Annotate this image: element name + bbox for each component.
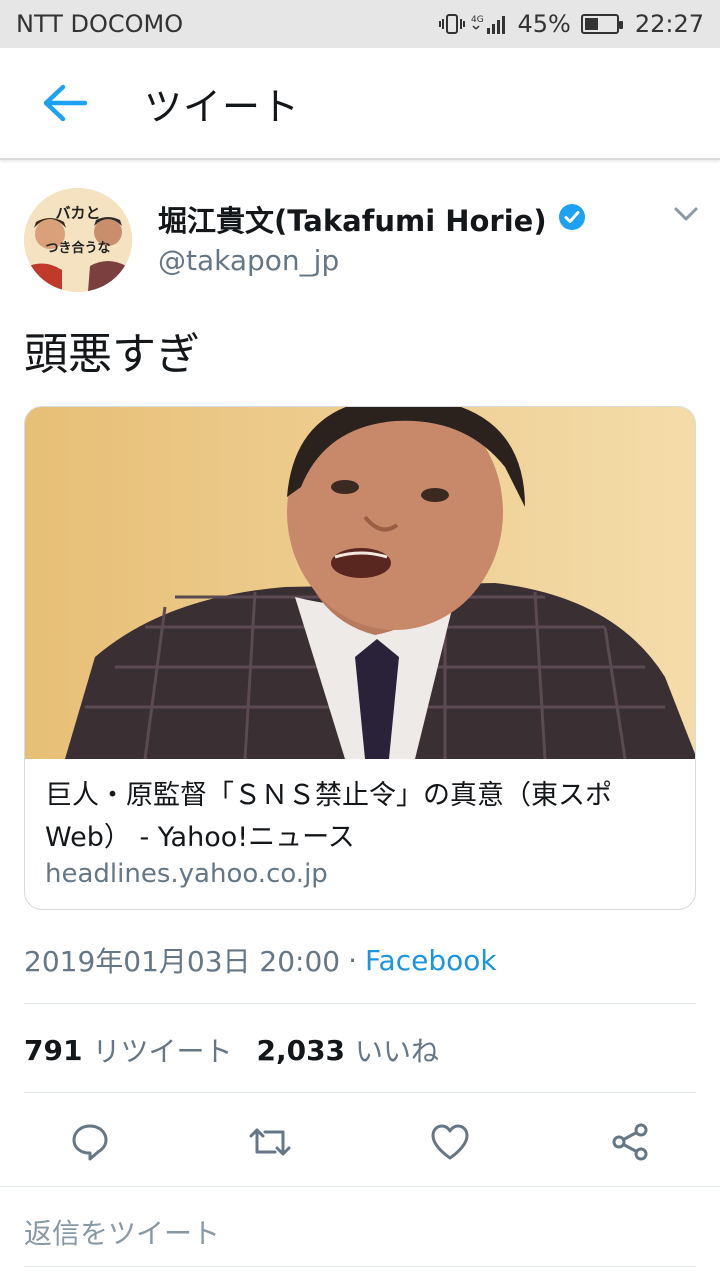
retweet-icon: [249, 1128, 291, 1156]
author-row[interactable]: 堀江貴文(Takafumi Horie): [158, 198, 587, 240]
carrier-label: NTT DOCOMO: [16, 10, 184, 38]
reply-button[interactable]: [66, 1118, 114, 1166]
vibrate-icon: [439, 12, 466, 36]
battery-icon: [580, 14, 623, 34]
author-handle[interactable]: @takapon_jp: [158, 244, 339, 277]
back-button[interactable]: [32, 71, 96, 135]
retweet-button[interactable]: [246, 1118, 294, 1166]
link-card[interactable]: 巨人・原監督「ＳＮＳ禁止令」の真意（東スポWeb） - Yahoo!ニュース h…: [24, 406, 696, 910]
share-icon: [612, 1123, 648, 1161]
page-title: ツイート: [144, 84, 301, 129]
tweet-actions: [0, 1100, 720, 1182]
avatar-text-1: バカと: [55, 204, 100, 222]
app-bar: ツイート: [0, 48, 720, 160]
divider: [24, 1092, 696, 1093]
svg-text:4G: 4G: [471, 15, 484, 25]
tweet-stats: 791 リツイート 2,033 いいね: [24, 1030, 453, 1070]
retweet-count[interactable]: 791: [24, 1034, 82, 1067]
retweet-label[interactable]: リツイート: [92, 1030, 232, 1070]
chevron-down-icon: [674, 207, 698, 221]
meta-separator: ·: [348, 943, 358, 977]
card-title[interactable]: 巨人・原監督「ＳＮＳ禁止令」の真意（東スポWeb） - Yahoo!ニュース: [45, 775, 681, 859]
tweet-text: 頭悪すぎ: [24, 329, 200, 380]
like-count[interactable]: 2,033: [256, 1034, 345, 1067]
clock: 22:27: [634, 10, 704, 38]
tweet-timestamp: 2019年01月03日 20:00: [24, 945, 341, 978]
avatar-text-2: つき合うな: [45, 240, 110, 256]
avatar[interactable]: バカと つき合うな: [24, 188, 132, 292]
verified-badge-icon: [557, 202, 587, 236]
heart-icon: [431, 1124, 469, 1160]
divider: [24, 1003, 696, 1004]
battery-percent: 45%: [517, 10, 571, 38]
arrow-left-icon: [43, 84, 87, 122]
card-image: [25, 407, 695, 759]
tweet-meta: 2019年01月03日 20:00 · Facebook: [24, 940, 497, 980]
card-domain: headlines.yahoo.co.jp: [45, 859, 328, 889]
status-icons: 4G 45% 22:27: [439, 10, 704, 38]
reply-icon: [72, 1124, 108, 1161]
divider: [0, 1186, 720, 1187]
status-bar: NTT DOCOMO 4G 45% 22:27: [0, 0, 720, 48]
share-button[interactable]: [606, 1118, 654, 1166]
tweet-source-link[interactable]: Facebook: [365, 944, 497, 977]
reply-input[interactable]: 返信をツイート: [24, 1212, 220, 1252]
more-options-button[interactable]: [666, 198, 706, 230]
like-label[interactable]: いいね: [355, 1030, 439, 1070]
divider: [24, 1266, 696, 1267]
like-button[interactable]: [426, 1118, 474, 1166]
author-name[interactable]: 堀江貴文(Takafumi Horie): [158, 198, 547, 240]
signal-icon: 4G: [471, 12, 511, 36]
